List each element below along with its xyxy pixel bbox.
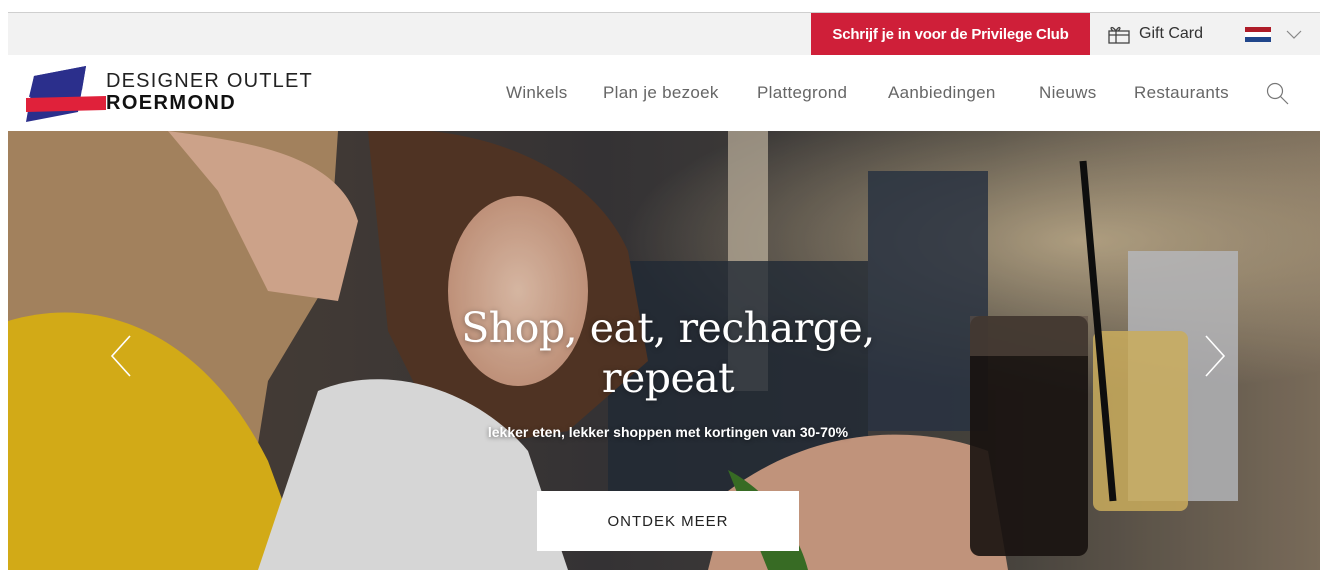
- nav-nieuws[interactable]: Nieuws: [1039, 83, 1097, 103]
- ontdek-meer-button[interactable]: ONTDEK MEER: [537, 491, 799, 551]
- chevron-right-icon[interactable]: [1200, 331, 1230, 381]
- brand-line1: DESIGNER OUTLET: [106, 70, 313, 92]
- hero-subtitle: lekker eten, lekker shoppen met kortinge…: [487, 424, 849, 440]
- site-header: DESIGNER OUTLET ROERMOND Winkels Plan je…: [8, 55, 1320, 131]
- brand-name[interactable]: DESIGNER OUTLET ROERMOND: [106, 71, 313, 113]
- brand-line2: ROERMOND: [106, 92, 237, 114]
- gift-icon: [1108, 26, 1130, 44]
- flag-nl-icon[interactable]: [1245, 27, 1271, 42]
- search-icon[interactable]: [1265, 81, 1291, 107]
- utility-bar: Schrijf je in voor de Privilege Club Gif…: [8, 13, 1320, 55]
- hero-banner: Shop, eat, recharge, repeat lekker eten,…: [8, 131, 1320, 570]
- nav-winkels[interactable]: Winkels: [506, 83, 568, 103]
- gift-card-link[interactable]: Gift Card: [1108, 13, 1203, 55]
- chevron-down-icon[interactable]: [1285, 26, 1303, 42]
- hero-title: Shop, eat, recharge, repeat: [461, 304, 875, 402]
- chevron-left-icon[interactable]: [106, 331, 136, 381]
- nav-restaurants[interactable]: Restaurants: [1134, 83, 1229, 103]
- nav-plattegrond[interactable]: Plattegrond: [757, 83, 847, 103]
- privilege-club-button[interactable]: Schrijf je in voor de Privilege Club: [811, 13, 1090, 55]
- gift-card-label: Gift Card: [1139, 25, 1204, 42]
- nav-aanbiedingen[interactable]: Aanbiedingen: [888, 83, 996, 103]
- logo[interactable]: [26, 66, 106, 122]
- nav-plan-je-bezoek[interactable]: Plan je bezoek: [603, 83, 719, 103]
